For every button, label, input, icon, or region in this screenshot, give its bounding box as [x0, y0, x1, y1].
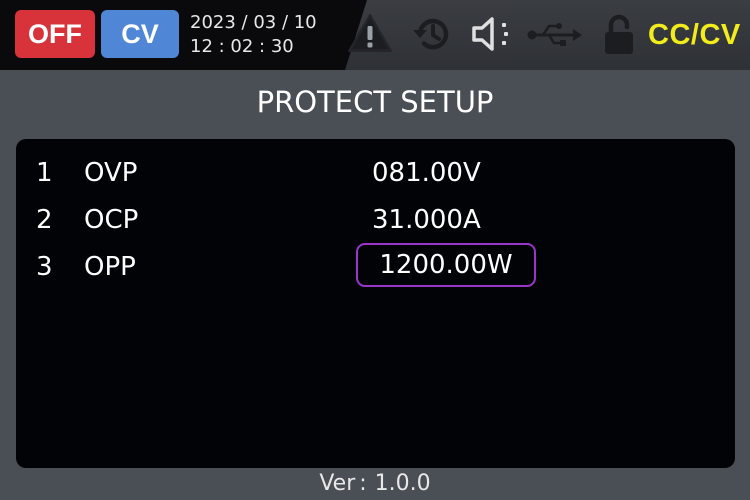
- version-separator: :: [359, 471, 367, 496]
- output-state-badge[interactable]: OFF: [15, 10, 95, 58]
- setting-name: OCP: [84, 205, 139, 235]
- time-text: 12 : 02 : 30: [190, 36, 294, 57]
- mode-label: CC/CV: [648, 19, 741, 51]
- setting-name: OVP: [84, 158, 138, 188]
- datetime: 2023 / 03 / 10 12 : 02 : 30: [190, 11, 317, 59]
- setting-index: 2: [36, 205, 53, 235]
- lock-icon: [600, 14, 638, 60]
- setting-index: 3: [36, 252, 53, 282]
- setting-name: OPP: [84, 252, 136, 282]
- setting-row-opp[interactable]: 3 OPP 1200.00W: [16, 243, 735, 288]
- page-title: PROTECT SETUP: [256, 85, 494, 119]
- speaker-icon: [470, 14, 518, 58]
- ovp-value-field[interactable]: 081.00V: [372, 152, 481, 194]
- ocp-value-field[interactable]: 31.000A: [372, 199, 481, 241]
- setting-row-ocp[interactable]: 2 OCP 31.000A: [16, 199, 735, 241]
- status-bar: OFF CV 2023 / 03 / 10 12 : 02 : 30 CC/CV: [0, 0, 750, 70]
- setting-row-ovp[interactable]: 1 OVP 081.00V: [16, 152, 735, 194]
- setting-index: 1: [36, 158, 53, 188]
- version-footer: Ver:1.0.0: [0, 470, 750, 498]
- version-number: 1.0.0: [374, 471, 431, 496]
- protect-settings-panel: 1 OVP 081.00V 2 OCP 31.000A 3 OPP 1200.0…: [16, 139, 735, 468]
- opp-value-field-selected[interactable]: 1200.00W: [356, 243, 536, 287]
- usb-icon: [527, 22, 583, 52]
- regulation-mode-badge[interactable]: CV: [101, 10, 179, 58]
- device-screen: OFF CV 2023 / 03 / 10 12 : 02 : 30 CC/CV…: [0, 0, 750, 500]
- warning-icon: [347, 12, 393, 58]
- date-text: 2023 / 03 / 10: [190, 12, 317, 33]
- version-label: Ver: [319, 471, 356, 496]
- history-icon: [410, 14, 454, 58]
